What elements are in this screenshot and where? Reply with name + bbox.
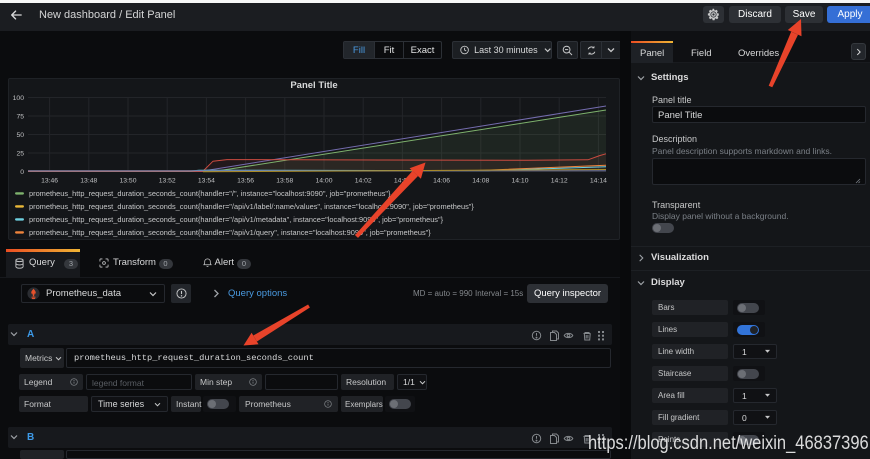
svg-text:14:12: 14:12 (551, 178, 568, 185)
svg-text:14:00: 14:00 (315, 178, 332, 185)
svg-text:25: 25 (16, 151, 24, 158)
svg-text:14:08: 14:08 (472, 178, 489, 185)
svg-text:13:46: 13:46 (41, 178, 58, 185)
svg-text:13:54: 13:54 (198, 178, 215, 185)
svg-text:14:14: 14:14 (590, 178, 607, 185)
svg-text:14:10: 14:10 (511, 178, 528, 185)
svg-text:100: 100 (13, 95, 25, 102)
svg-text:14:02: 14:02 (355, 178, 372, 185)
svg-text:0: 0 (20, 169, 24, 176)
svg-text:13:58: 13:58 (276, 178, 293, 185)
svg-text:13:56: 13:56 (237, 178, 254, 185)
svg-text:50: 50 (16, 132, 24, 139)
svg-text:prometheus_http_request_durati: prometheus_http_request_duration_seconds… (29, 228, 431, 237)
svg-text:prometheus_http_request_durati: prometheus_http_request_duration_seconds… (29, 202, 474, 211)
svg-text:14:04: 14:04 (394, 178, 411, 185)
svg-text:prometheus_http_request_durati: prometheus_http_request_duration_seconds… (29, 215, 444, 224)
svg-text:75: 75 (16, 114, 24, 121)
svg-text:13:52: 13:52 (159, 178, 176, 185)
svg-text:prometheus_http_request_durati: prometheus_http_request_duration_seconds… (29, 189, 391, 198)
svg-text:13:48: 13:48 (80, 178, 97, 185)
svg-text:14:06: 14:06 (433, 178, 450, 185)
svg-text:13:50: 13:50 (119, 178, 136, 185)
